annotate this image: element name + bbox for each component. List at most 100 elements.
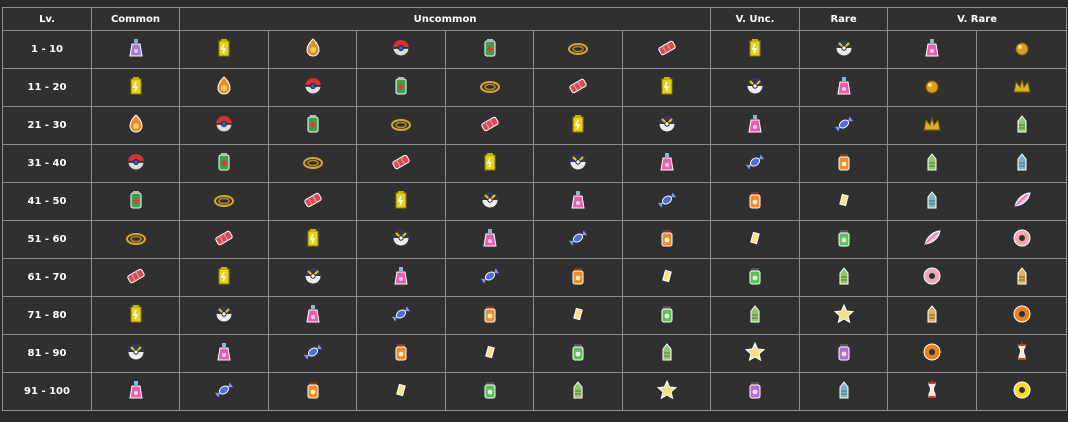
- dynamite-icon[interactable]: [389, 150, 413, 174]
- pokeball-icon[interactable]: [212, 112, 236, 136]
- candy-icon[interactable]: [301, 340, 325, 364]
- green-jar-icon[interactable]: [743, 264, 767, 288]
- full-restore-icon[interactable]: [389, 74, 413, 98]
- dynamite-icon[interactable]: [124, 264, 148, 288]
- star-icon[interactable]: [743, 340, 767, 364]
- dynamite-icon[interactable]: [212, 226, 236, 250]
- apple-core-icon[interactable]: [920, 378, 944, 402]
- candy-icon[interactable]: [832, 112, 856, 136]
- ultra-ball-icon[interactable]: [212, 302, 236, 326]
- pink-potion-icon[interactable]: [124, 378, 148, 402]
- card-icon[interactable]: [389, 378, 413, 402]
- dynamite-icon[interactable]: [566, 74, 590, 98]
- green-figure-icon[interactable]: [832, 264, 856, 288]
- dynamite-icon[interactable]: [655, 36, 679, 60]
- feather-icon[interactable]: [1010, 188, 1034, 212]
- teal-figure-icon[interactable]: [832, 378, 856, 402]
- vitamin-jar-icon[interactable]: [389, 340, 413, 364]
- star-icon[interactable]: [655, 378, 679, 402]
- full-restore-icon[interactable]: [212, 150, 236, 174]
- apple-core-icon[interactable]: [1010, 340, 1034, 364]
- fire-stone-icon[interactable]: [212, 74, 236, 98]
- ultra-ball-icon[interactable]: [389, 226, 413, 250]
- card-icon[interactable]: [655, 264, 679, 288]
- energy-icon[interactable]: [655, 74, 679, 98]
- pink-potion-icon[interactable]: [743, 112, 767, 136]
- purple-jar-icon[interactable]: [832, 340, 856, 364]
- green-figure-icon[interactable]: [655, 340, 679, 364]
- yellow-ring-icon[interactable]: [1010, 378, 1034, 402]
- dynamite-icon[interactable]: [301, 188, 325, 212]
- potion-icon[interactable]: [124, 36, 148, 60]
- energy-icon[interactable]: [124, 302, 148, 326]
- nugget-icon[interactable]: [920, 74, 944, 98]
- pokeball-icon[interactable]: [301, 74, 325, 98]
- vitamin-jar-icon[interactable]: [566, 264, 590, 288]
- card-icon[interactable]: [566, 302, 590, 326]
- pink-potion-icon[interactable]: [566, 188, 590, 212]
- pokeball-icon[interactable]: [389, 36, 413, 60]
- vitamin-jar-icon[interactable]: [655, 226, 679, 250]
- ultra-ball-icon[interactable]: [478, 188, 502, 212]
- green-jar-icon[interactable]: [655, 302, 679, 326]
- nugget-icon[interactable]: [1010, 36, 1034, 60]
- vitamin-jar-icon[interactable]: [743, 188, 767, 212]
- pink-potion-icon[interactable]: [389, 264, 413, 288]
- ultra-ball-icon[interactable]: [743, 74, 767, 98]
- orange-ring-icon[interactable]: [1010, 302, 1034, 326]
- green-figure-icon[interactable]: [743, 302, 767, 326]
- energy-icon[interactable]: [124, 74, 148, 98]
- rope-icon[interactable]: [478, 74, 502, 98]
- crown-icon[interactable]: [1010, 74, 1034, 98]
- ultra-ball-icon[interactable]: [832, 36, 856, 60]
- pokeball-icon[interactable]: [124, 150, 148, 174]
- donut-icon[interactable]: [920, 264, 944, 288]
- orange-ring-icon[interactable]: [920, 340, 944, 364]
- green-jar-icon[interactable]: [832, 226, 856, 250]
- pink-potion-icon[interactable]: [478, 226, 502, 250]
- feather-icon[interactable]: [920, 226, 944, 250]
- card-icon[interactable]: [478, 340, 502, 364]
- vitamin-jar-icon[interactable]: [478, 302, 502, 326]
- energy-icon[interactable]: [212, 264, 236, 288]
- teal-figure-icon[interactable]: [920, 188, 944, 212]
- energy-icon[interactable]: [301, 226, 325, 250]
- gold-figure-icon[interactable]: [920, 302, 944, 326]
- donut-icon[interactable]: [1010, 226, 1034, 250]
- green-figure-icon[interactable]: [920, 150, 944, 174]
- energy-icon[interactable]: [743, 36, 767, 60]
- fire-stone-icon[interactable]: [301, 36, 325, 60]
- ultra-ball-icon[interactable]: [566, 150, 590, 174]
- ultra-ball-icon[interactable]: [655, 112, 679, 136]
- card-icon[interactable]: [743, 226, 767, 250]
- rope-icon[interactable]: [124, 226, 148, 250]
- candy-icon[interactable]: [212, 378, 236, 402]
- vitamin-jar-icon[interactable]: [301, 378, 325, 402]
- green-jar-icon[interactable]: [566, 340, 590, 364]
- candy-icon[interactable]: [389, 302, 413, 326]
- energy-icon[interactable]: [478, 150, 502, 174]
- green-figure-icon[interactable]: [566, 378, 590, 402]
- rope-icon[interactable]: [301, 150, 325, 174]
- pink-potion-icon[interactable]: [920, 36, 944, 60]
- candy-icon[interactable]: [478, 264, 502, 288]
- energy-icon[interactable]: [389, 188, 413, 212]
- candy-icon[interactable]: [655, 188, 679, 212]
- teal-figure-icon[interactable]: [1010, 150, 1034, 174]
- ultra-ball-icon[interactable]: [124, 340, 148, 364]
- green-jar-icon[interactable]: [478, 378, 502, 402]
- green-figure-icon[interactable]: [1010, 112, 1034, 136]
- card-icon[interactable]: [832, 188, 856, 212]
- dynamite-icon[interactable]: [478, 112, 502, 136]
- pink-potion-icon[interactable]: [301, 302, 325, 326]
- candy-icon[interactable]: [566, 226, 590, 250]
- rope-icon[interactable]: [212, 188, 236, 212]
- fire-stone-icon[interactable]: [124, 112, 148, 136]
- ultra-ball-icon[interactable]: [301, 264, 325, 288]
- star-icon[interactable]: [832, 302, 856, 326]
- vitamin-jar-icon[interactable]: [832, 150, 856, 174]
- candy-icon[interactable]: [743, 150, 767, 174]
- pink-potion-icon[interactable]: [832, 74, 856, 98]
- energy-icon[interactable]: [566, 112, 590, 136]
- crown-icon[interactable]: [920, 112, 944, 136]
